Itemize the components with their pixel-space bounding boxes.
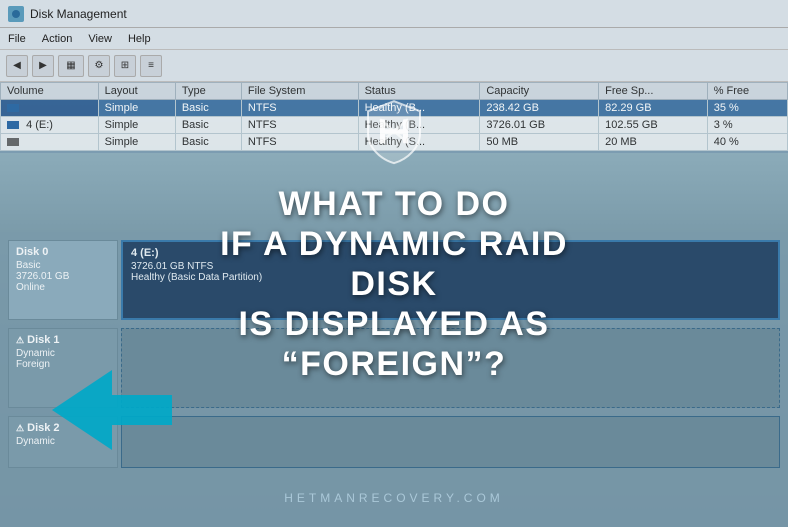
cell-capacity: 238.42 GB — [480, 100, 599, 117]
cell-free: 82.29 GB — [599, 100, 708, 117]
col-type: Type — [175, 83, 241, 100]
cell-layout: Simple — [98, 100, 175, 117]
toolbar-btn1[interactable]: ▦ — [58, 55, 84, 77]
titlebar: Disk Management — [0, 0, 788, 28]
table-row[interactable]: 4 (E:) Simple Basic NTFS Healthy (B... 3… — [1, 117, 788, 134]
cell-status: Healthy (B... — [358, 117, 480, 134]
cell-volume — [1, 134, 99, 151]
menu-file[interactable]: File — [8, 33, 26, 45]
cell-volume — [1, 100, 99, 117]
cell-capacity: 50 MB — [480, 134, 599, 151]
window-panel: Disk Management File Action View Help ◀ … — [0, 0, 788, 153]
disk0-size: 3726.01 GB — [16, 271, 110, 282]
cell-pctfree: 35 % — [707, 100, 787, 117]
disk0-label: Disk 0 Basic 3726.01 GB Online — [8, 240, 118, 320]
toolbar-btn3[interactable]: ⊞ — [114, 55, 136, 77]
menu-action[interactable]: Action — [42, 33, 73, 45]
toolbar-btn2[interactable]: ⚙ — [88, 55, 110, 77]
toolbar-btn4[interactable]: ≡ — [140, 55, 162, 77]
cell-status: Healthy (S... — [358, 134, 480, 151]
disk0-type: Basic — [16, 260, 110, 271]
col-free: Free Sp... — [599, 83, 708, 100]
cell-free: 102.55 GB — [599, 117, 708, 134]
table-row[interactable]: Simple Basic NTFS Healthy (S... 50 MB 20… — [1, 134, 788, 151]
disk1-name: ⚠ Disk 1 — [16, 334, 110, 346]
cell-pctfree: 3 % — [707, 117, 787, 134]
arrow-indicator — [52, 370, 172, 455]
col-fs: File System — [241, 83, 358, 100]
cell-fs: NTFS — [241, 134, 358, 151]
cell-layout: Simple — [98, 134, 175, 151]
disk0-part-health: Healthy (Basic Data Partition) — [131, 272, 770, 283]
menu-help[interactable]: Help — [128, 33, 151, 45]
cell-layout: Simple — [98, 117, 175, 134]
cell-free: 20 MB — [599, 134, 708, 151]
cell-type: Basic — [175, 100, 241, 117]
col-capacity: Capacity — [480, 83, 599, 100]
volume-table: Volume Layout Type File System Status Ca… — [0, 82, 788, 153]
col-status: Status — [358, 83, 480, 100]
table-row[interactable]: Simple Basic NTFS Healthy (B... 238.42 G… — [1, 100, 788, 117]
menubar: File Action View Help — [0, 28, 788, 50]
title-icon — [8, 6, 24, 22]
cell-capacity: 3726.01 GB — [480, 117, 599, 134]
toolbar: ◀ ▶ ▦ ⚙ ⊞ ≡ — [0, 50, 788, 82]
cell-status: Healthy (B... — [358, 100, 480, 117]
disk0-part-details: 3726.01 GB NTFS — [131, 261, 770, 272]
disk0-partition[interactable]: 4 (E:) 3726.01 GB NTFS Healthy (Basic Da… — [121, 240, 780, 320]
disk-row-0: Disk 0 Basic 3726.01 GB Online 4 (E:) 37… — [8, 240, 780, 320]
toolbar-back[interactable]: ◀ — [6, 55, 28, 77]
disk0-part-name: 4 (E:) — [131, 247, 770, 259]
disk1-status: Foreign — [16, 359, 110, 370]
disk1-type: Dynamic — [16, 348, 110, 359]
disk2-partition[interactable] — [121, 416, 780, 468]
toolbar-forward[interactable]: ▶ — [32, 55, 54, 77]
cell-volume: 4 (E:) — [1, 117, 99, 134]
cell-type: Basic — [175, 134, 241, 151]
cell-type: Basic — [175, 117, 241, 134]
col-pctfree: % Free — [707, 83, 787, 100]
disk0-name: Disk 0 — [16, 246, 110, 258]
window-title: Disk Management — [30, 7, 127, 21]
col-volume: Volume — [1, 83, 99, 100]
disk0-status: Online — [16, 282, 110, 293]
disk1-partition[interactable] — [121, 328, 780, 408]
col-layout: Layout — [98, 83, 175, 100]
cell-fs: NTFS — [241, 100, 358, 117]
menu-view[interactable]: View — [88, 33, 112, 45]
domain-text: HETMANRECOVERY.COM — [0, 491, 788, 505]
cell-pctfree: 40 % — [707, 134, 787, 151]
cell-fs: NTFS — [241, 117, 358, 134]
